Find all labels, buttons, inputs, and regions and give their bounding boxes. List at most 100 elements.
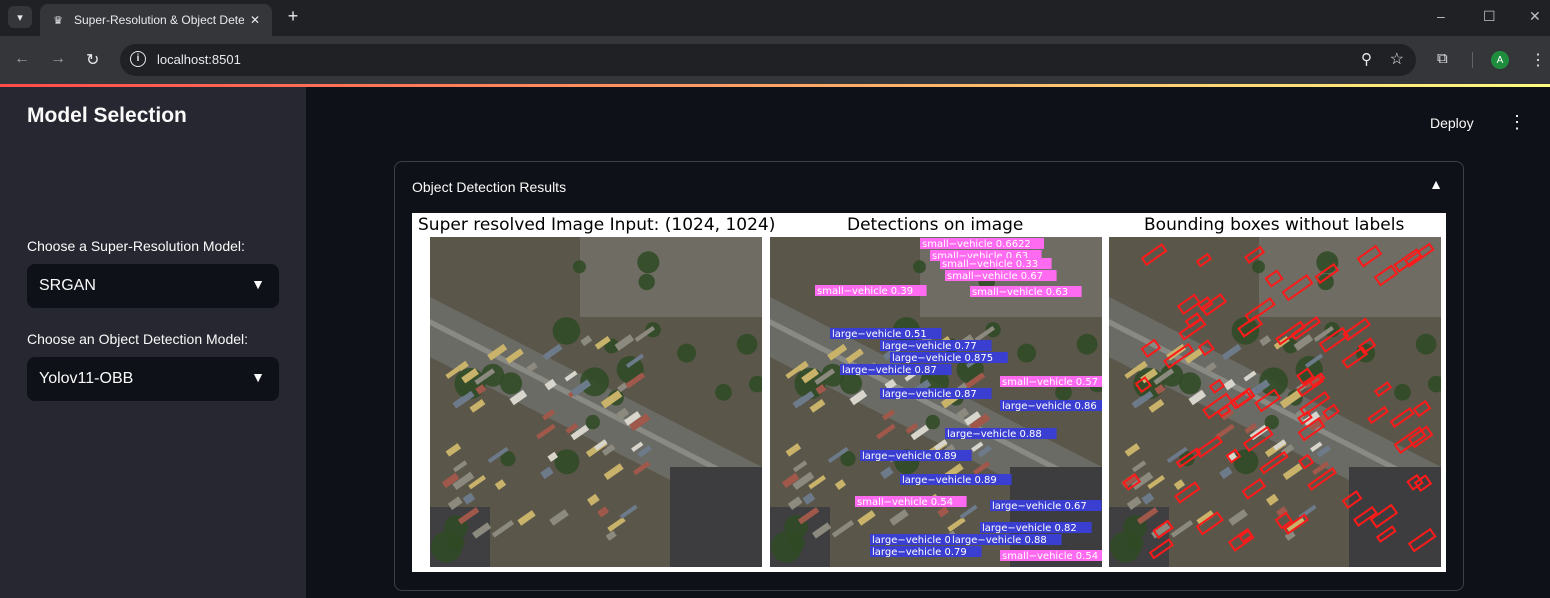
- new-tab-button[interactable]: +: [283, 6, 303, 27]
- detection-label-small: small−vehicle 0.63: [970, 286, 1082, 298]
- od-model-label: Choose an Object Detection Model:: [27, 331, 249, 347]
- chevron-up-icon[interactable]: ▲: [1429, 176, 1443, 192]
- label-text: large−vehicle 0.88: [947, 429, 1042, 440]
- deploy-button[interactable]: Deploy: [1430, 115, 1474, 131]
- detection-label-large: large−vehicle 0.67: [990, 500, 1102, 512]
- expander-title[interactable]: Object Detection Results: [412, 179, 566, 195]
- detection-label-large: large−vehicle 0.51: [830, 328, 942, 340]
- detection-label-small: small−vehicle 0.6622: [920, 238, 1044, 250]
- main-menu-icon[interactable]: ⋮: [1508, 112, 1526, 133]
- tree: [925, 414, 940, 430]
- tree: [1252, 260, 1265, 274]
- label-text: large−vehicle 0.67: [992, 501, 1087, 512]
- detection-label-large: large−vehicle 0.77: [880, 340, 992, 352]
- lot-top-right: [580, 237, 762, 317]
- chevron-down-icon: ▼: [251, 369, 265, 385]
- detection-label-large: large−vehicle 0.86: [1000, 400, 1102, 412]
- zoom-icon[interactable]: ⚲: [1361, 50, 1372, 68]
- label-text: small−vehicle 0.67: [947, 271, 1043, 282]
- browser-titlebar: ▾ ♛ Super-Resolution & Object Detection …: [0, 0, 1550, 36]
- address-bar[interactable]: i localhost:8501 ⚲ ☆: [120, 44, 1416, 76]
- tree: [554, 449, 580, 475]
- label-text: small−vehicle 0.54: [1002, 551, 1098, 562]
- label-text: large−vehicle 0.79: [872, 547, 967, 558]
- tab-search-button[interactable]: ▾: [8, 6, 32, 28]
- detection-label-large: large−vehicle 0.88: [945, 428, 1057, 440]
- detection-label-large: large−vehicle 0.88: [950, 534, 1062, 546]
- detection-label-small: small−vehicle 0.54: [1000, 550, 1102, 562]
- boxes-image-panel: [1109, 237, 1441, 567]
- bookmark-star-icon[interactable]: ☆: [1390, 49, 1404, 69]
- sr-model-label: Choose a Super-Resolution Model:: [27, 238, 245, 254]
- minimize-icon[interactable]: –: [1437, 8, 1445, 24]
- lot-top-right: [1259, 237, 1441, 317]
- reload-icon[interactable]: ↻: [86, 50, 99, 70]
- aerial-image-with-boxes: [1109, 237, 1441, 567]
- streamlit-favicon-icon: ♛: [53, 14, 63, 27]
- browser-menu-icon[interactable]: ⋮: [1530, 50, 1546, 70]
- detection-label-small: small−vehicle 0.54: [855, 496, 967, 508]
- building-roof: [1349, 467, 1441, 567]
- results-expander: Object Detection Results ▲ Super resolve…: [394, 161, 1464, 591]
- sr-model-select[interactable]: SRGAN ▼: [27, 264, 279, 308]
- tree: [1394, 383, 1411, 401]
- label-text: large−vehicle 0.875: [892, 353, 993, 364]
- input-image-panel: [430, 237, 762, 567]
- tree: [573, 260, 586, 274]
- detection-label-large: large−vehicle 0.79: [870, 546, 982, 558]
- detection-label-small: small−vehicle 0.67: [945, 270, 1057, 282]
- tree: [1415, 333, 1437, 355]
- tree: [638, 273, 655, 291]
- label-text: small−vehicle 0.54: [857, 497, 953, 508]
- toolbar-divider: [1472, 52, 1473, 68]
- tree: [736, 333, 758, 355]
- label-text: large−vehicle 0.51: [832, 329, 927, 340]
- detection-label-large: large−vehicle 0.87: [840, 364, 952, 376]
- od-model-select[interactable]: Yolov11-OBB ▼: [27, 357, 279, 401]
- forward-icon[interactable]: →: [50, 50, 66, 68]
- detection-label-large: large−vehicle 0.87: [880, 388, 992, 400]
- label-text: large−vehicle 0.89: [862, 451, 957, 462]
- tree: [1076, 333, 1098, 355]
- detection-label-small: small−vehicle 0.33: [940, 258, 1052, 270]
- label-text: small−vehicle 0.33: [942, 259, 1038, 270]
- tree: [1127, 534, 1144, 552]
- browser-toolbar: ← → ↻ i localhost:8501 ⚲ ☆: [0, 36, 1550, 84]
- sidebar-title: Model Selection: [27, 104, 187, 127]
- back-icon[interactable]: ←: [14, 50, 30, 68]
- chevron-down-icon: ▾: [17, 11, 23, 24]
- detection-figure: Super resolved Image Input: (1024, 1024)…: [412, 213, 1446, 572]
- label-text: small−vehicle 0.6622: [922, 239, 1031, 250]
- label-text: small−vehicle 0.39: [817, 286, 913, 297]
- tree: [715, 383, 732, 401]
- detection-label-large: large−vehicle 0.89: [860, 450, 972, 462]
- close-window-icon[interactable]: ✕: [1529, 8, 1541, 25]
- aerial-image-with-detections: small−vehicle 0.6622 small−vehicle 0.63 sm…: [770, 237, 1102, 567]
- label-text: small−vehicle 0.63: [972, 287, 1068, 298]
- site-info-icon[interactable]: i: [130, 51, 146, 67]
- detection-label-small: small−vehicle 0.39: [815, 285, 927, 297]
- detection-label-large: large−vehicle 0.89: [900, 474, 1012, 486]
- label-text: large−vehicle 0.87: [842, 365, 937, 376]
- maximize-icon[interactable]: ☐: [1483, 8, 1496, 25]
- label-text: large−vehicle 0.82: [982, 523, 1077, 534]
- tab-title: Super-Resolution & Object Detection: [74, 13, 244, 27]
- tab-close-icon[interactable]: ✕: [250, 13, 260, 27]
- profile-avatar[interactable]: A: [1491, 51, 1509, 69]
- tree: [913, 260, 926, 274]
- chevron-down-icon: ▼: [251, 276, 265, 292]
- detection-label-large: large−vehicle 0.875: [890, 352, 1008, 364]
- building-roof: [670, 467, 762, 567]
- panel-title-input: Super resolved Image Input: (1024, 1024): [418, 215, 776, 235]
- detection-label-large: large−vehicle 0.82: [980, 522, 1092, 534]
- tree: [788, 534, 805, 552]
- extensions-icon[interactable]: ⧉: [1437, 50, 1448, 67]
- tree: [1231, 317, 1260, 345]
- browser-tab[interactable]: ♛ Super-Resolution & Object Detection ✕: [40, 4, 272, 36]
- url-text[interactable]: localhost:8501: [157, 52, 241, 67]
- panel-title-boxes: Bounding boxes without labels: [1144, 215, 1405, 235]
- panel-title-detections: Detections on image: [847, 215, 1024, 235]
- label-text: large−vehicle 0.88: [952, 535, 1047, 546]
- label-text: large−vehicle 0.77: [882, 341, 977, 352]
- label-text: large−vehicle 0.86: [1002, 401, 1097, 412]
